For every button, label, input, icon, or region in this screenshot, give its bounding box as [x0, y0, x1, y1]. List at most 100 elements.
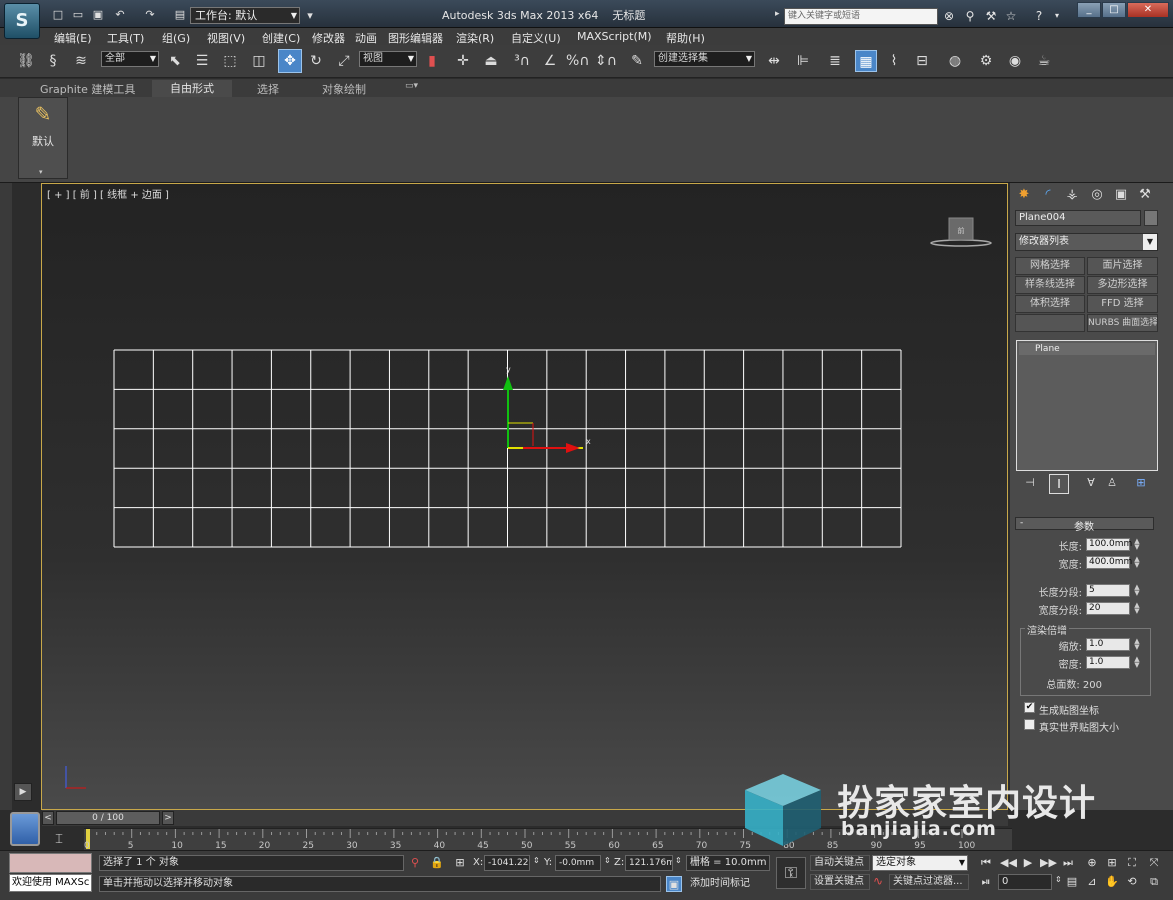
select-and-rotate-icon[interactable]: ↻ — [305, 50, 327, 72]
angle-snap-icon[interactable]: ∠ — [539, 50, 561, 72]
object-color-swatch[interactable] — [1144, 210, 1158, 226]
auto-key-button[interactable]: 自动关键点 — [810, 855, 870, 871]
select-by-name-icon[interactable]: ☰ — [191, 50, 213, 72]
vol-select-button[interactable]: 体积选择 — [1015, 295, 1085, 313]
utilities-tab-icon[interactable]: ⚒ — [1135, 186, 1155, 204]
empty-modifier-button[interactable] — [1015, 314, 1085, 332]
menu-tools[interactable]: 工具(T) — [107, 30, 144, 46]
x-coord-field[interactable]: -1041.227 — [484, 855, 530, 871]
menu-view[interactable]: 视图(V) — [207, 30, 245, 46]
pin-stack-icon[interactable]: ⊣ — [1022, 476, 1038, 492]
named-selection-dropdown[interactable]: 创建选择集 ▼ — [654, 51, 755, 67]
window-crossing-icon[interactable]: ◫ — [248, 50, 270, 72]
menu-graph-editors[interactable]: 图形编辑器 — [388, 30, 443, 46]
configure-sets-icon[interactable]: ⊞ — [1133, 476, 1149, 492]
binoculars-icon[interactable]: ⊗ — [940, 8, 958, 24]
manipulate-icon[interactable]: ✛ — [452, 50, 474, 72]
absolute-mode-icon[interactable]: ⊞ — [452, 855, 468, 871]
menu-modifiers[interactable]: 修改器 — [312, 30, 345, 46]
search-input[interactable]: 键入关键字或短语 — [784, 8, 938, 25]
minimize-button[interactable]: _ — [1077, 2, 1101, 18]
menu-maxscript[interactable]: MAXScript(M) — [577, 30, 652, 43]
spinner-snap-icon[interactable]: ⇕∩ — [595, 50, 617, 72]
menu-customize[interactable]: 自定义(U) — [511, 30, 561, 46]
width-spinner-arrows[interactable]: ▲ ▼ — [1132, 556, 1142, 569]
material-editor-icon[interactable]: ◍ — [944, 50, 966, 72]
frame-spinner-icon[interactable]: ⇕ — [1055, 875, 1062, 884]
set-key-mode-button[interactable]: 设置关键点 — [810, 874, 870, 890]
rect-selection-region-icon[interactable]: ⬚ — [219, 50, 241, 72]
stack-item-plane[interactable]: Plane — [1019, 343, 1155, 355]
hierarchy-tab-icon[interactable]: ⚶ — [1062, 186, 1082, 204]
remove-modifier-icon[interactable]: ♙ — [1104, 476, 1120, 492]
help-icon[interactable]: ? — [1030, 8, 1048, 24]
schematic-view-icon[interactable]: ⊟ — [911, 50, 933, 72]
undo-icon[interactable]: ↶ — [112, 8, 128, 22]
save-icon[interactable]: ▣ — [90, 8, 106, 22]
select-and-move-button[interactable]: ✥ — [278, 49, 302, 73]
show-end-result-icon[interactable]: Ⅰ — [1049, 474, 1069, 494]
edit-named-selection-icon[interactable]: ✎ — [626, 50, 648, 72]
qa-customize-icon[interactable]: ▾ — [302, 9, 318, 23]
goto-end-icon[interactable]: ⏭ — [1060, 855, 1076, 871]
render-setup-icon[interactable]: ⚙ — [975, 50, 997, 72]
spline-select-button[interactable]: 样条线选择 — [1015, 276, 1085, 294]
params-rollout-header[interactable]: - 参数 — [1015, 517, 1154, 533]
menu-create[interactable]: 创建(C) — [262, 30, 300, 46]
tab-graphite[interactable]: Graphite 建模工具 — [40, 81, 135, 97]
x-spinner-icon[interactable]: ⇕ — [533, 856, 540, 865]
render-production-icon[interactable]: ☕ — [1033, 50, 1055, 72]
app-menu-button[interactable]: S — [4, 3, 40, 39]
redo-icon[interactable]: ↷ — [142, 8, 158, 22]
graphite-toggle-button[interactable]: ▦ — [855, 50, 877, 72]
menu-help[interactable]: 帮助(H) — [666, 30, 705, 46]
mini-curve-editor-icon[interactable] — [10, 812, 40, 846]
close-button[interactable]: ✕ — [1127, 2, 1169, 18]
object-name-field[interactable]: Plane004 — [1015, 210, 1141, 226]
add-time-tag[interactable]: 添加时间标记 — [686, 876, 770, 892]
link-icon[interactable]: ⛓ — [15, 50, 37, 72]
length-spinner[interactable]: 100.0mm — [1086, 538, 1132, 551]
adaptive-degradation-icon[interactable]: ▣ — [666, 876, 682, 892]
mesh-select-button[interactable]: 网格选择 — [1015, 257, 1085, 275]
mirror-icon[interactable]: ⇹ — [763, 50, 785, 72]
favorites-star-icon[interactable]: ☆ — [1002, 8, 1020, 24]
tab-selection[interactable]: 选择 — [257, 81, 279, 97]
nurbs-select-button[interactable]: NURBS 曲面选择 — [1087, 314, 1158, 332]
key-mode-select[interactable]: 选定对象 ▼ — [872, 855, 968, 871]
maximize-button[interactable]: □ — [1102, 2, 1126, 18]
y-coord-field[interactable]: -0.0mm — [555, 855, 601, 871]
bind-spacewarp-icon[interactable]: ≋ — [70, 50, 92, 72]
scale-spinner-arrows[interactable]: ▲ ▼ — [1132, 638, 1142, 651]
menu-animation[interactable]: 动画 — [355, 30, 377, 46]
play-icon[interactable]: ▶ — [1020, 855, 1036, 871]
patch-select-button[interactable]: 面片选择 — [1087, 257, 1158, 275]
open-file-icon[interactable]: ▭ — [70, 8, 86, 22]
subscription-icon[interactable]: ⚲ — [961, 8, 979, 24]
layer-manager-icon[interactable]: ≣ — [824, 50, 846, 72]
ffd-select-button[interactable]: FFD 选择 — [1087, 295, 1158, 313]
create-tab-icon[interactable]: ✸ — [1014, 186, 1034, 204]
make-unique-icon[interactable]: ∀ — [1083, 476, 1099, 492]
zoom-extents-all-icon[interactable]: ⤧ — [1146, 855, 1162, 871]
prev-frame-icon[interactable]: < — [42, 811, 54, 825]
selection-filter-dropdown[interactable]: 全部 ▼ — [101, 51, 159, 67]
zoom-icon[interactable]: ⊕ — [1084, 855, 1100, 871]
new-file-icon[interactable]: □ — [50, 8, 66, 22]
field-of-view-icon[interactable]: ⊿ — [1084, 874, 1100, 890]
density-spinner-arrows[interactable]: ▲ ▼ — [1132, 656, 1142, 669]
help-chevron-icon[interactable]: ▾ — [1048, 8, 1066, 24]
key-mode-toggle-icon[interactable]: ⏯ — [978, 874, 994, 890]
ribbon-panel-default[interactable]: ✎ 默认 ▾ — [18, 97, 68, 179]
prev-key-icon[interactable]: ◀◀ — [1000, 855, 1017, 871]
tab-object-paint[interactable]: 对象绘制 — [322, 81, 366, 97]
y-spinner-icon[interactable]: ⇕ — [604, 856, 611, 865]
gen-map-coords-checkbox[interactable]: ✔ — [1024, 702, 1035, 713]
tab-freeform[interactable]: 自由形式 — [152, 80, 232, 97]
viewport-canvas[interactable]: yx — [42, 184, 1009, 811]
pivot-center-icon[interactable]: ▮ — [421, 50, 443, 72]
length-segs-arrows[interactable]: ▲ ▼ — [1132, 584, 1142, 597]
modifier-list-dropdown[interactable]: 修改器列表 ▼ — [1015, 233, 1158, 251]
expand-left-icon[interactable]: ▶ — [14, 783, 32, 801]
unlink-icon[interactable]: § — [42, 50, 64, 72]
